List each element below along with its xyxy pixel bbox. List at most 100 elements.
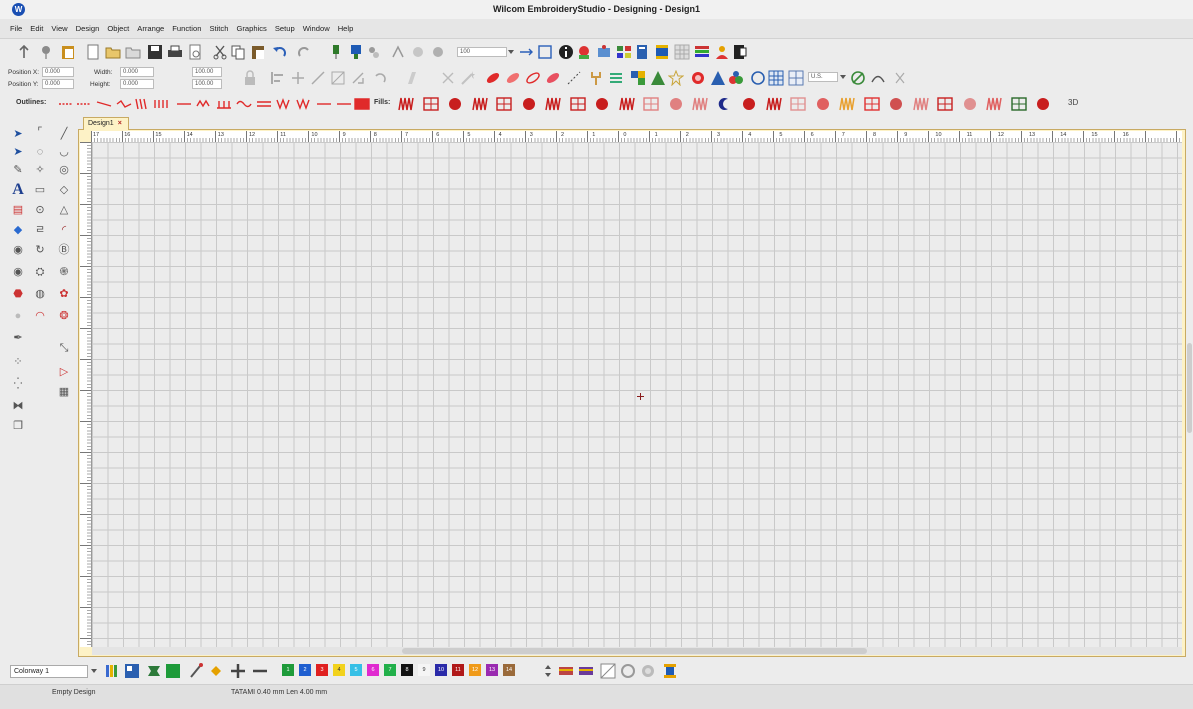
- info-icon[interactable]: [558, 44, 574, 60]
- stripes-fill-icon[interactable]: [937, 96, 953, 112]
- menu-object[interactable]: Object: [103, 19, 133, 39]
- blanket-icon[interactable]: [154, 96, 170, 112]
- bead-icon[interactable]: ◉: [10, 242, 26, 258]
- grid-view-icon[interactable]: [674, 44, 690, 60]
- zigzag-icon[interactable]: [196, 96, 212, 112]
- tatami-wave-icon[interactable]: [447, 96, 463, 112]
- red-satin-outline-icon[interactable]: [525, 70, 541, 86]
- stitch-player-icon[interactable]: [16, 44, 32, 60]
- current-color-icon[interactable]: [165, 663, 181, 679]
- run-stitch-icon[interactable]: ㄹ: [32, 222, 48, 238]
- color-palette-editor-icon[interactable]: [124, 663, 140, 679]
- stitch-angle-icon[interactable]: [566, 70, 582, 86]
- color-bar-icon[interactable]: [104, 663, 120, 679]
- pick-color-icon[interactable]: [348, 44, 364, 60]
- pattern-fill-icon[interactable]: [569, 96, 586, 112]
- stemstitch-icon[interactable]: [134, 96, 150, 112]
- menu-arrange[interactable]: Arrange: [133, 19, 168, 39]
- cut-icon[interactable]: [212, 44, 228, 60]
- star-icon[interactable]: [667, 69, 685, 87]
- menu-edit[interactable]: Edit: [26, 19, 47, 39]
- zoom-dropdown-icon[interactable]: [507, 47, 515, 57]
- new-file-icon[interactable]: [85, 44, 101, 60]
- back-outline-icon[interactable]: [276, 96, 292, 112]
- menu-function[interactable]: Function: [168, 19, 205, 39]
- flower-fill-icon[interactable]: [643, 96, 659, 112]
- cross-fill-icon[interactable]: [594, 96, 610, 112]
- spiral-icon[interactable]: ↻: [32, 242, 48, 258]
- circle-shape-icon[interactable]: [750, 70, 766, 86]
- sculpture-run-icon[interactable]: [316, 96, 332, 112]
- menu-stitch[interactable]: Stitch: [205, 19, 232, 39]
- zoom-fit-icon[interactable]: [518, 44, 534, 60]
- scale-width-input[interactable]: 100.00: [192, 67, 222, 77]
- lasso-icon[interactable]: ◌: [32, 144, 48, 160]
- flip-icon[interactable]: [440, 70, 456, 86]
- background-icon[interactable]: [620, 663, 636, 679]
- color-swatch-14[interactable]: 14: [503, 664, 515, 676]
- curve-icon[interactable]: [870, 70, 886, 86]
- stitch-edit-tool-icon[interactable]: ✎: [10, 162, 26, 178]
- open-design-icon[interactable]: [125, 44, 141, 60]
- table-icon[interactable]: [768, 70, 784, 86]
- triangle-icon[interactable]: △: [56, 202, 72, 218]
- cd-icon[interactable]: ◍: [32, 286, 48, 302]
- closest-join-icon[interactable]: [410, 44, 426, 60]
- red-satin-3-icon[interactable]: [545, 70, 561, 86]
- flower-2-fill-icon[interactable]: [986, 96, 1002, 112]
- rectangle-icon[interactable]: ▭: [32, 182, 48, 198]
- copy-icon[interactable]: [230, 44, 246, 60]
- column-icon[interactable]: ◜: [56, 222, 72, 238]
- layers-icon[interactable]: ❐: [10, 418, 26, 434]
- color-swatch-3[interactable]: 3: [316, 664, 328, 676]
- freehand-icon[interactable]: ╱: [56, 126, 72, 142]
- appliques-icon[interactable]: [650, 70, 666, 86]
- view-3d-label[interactable]: 3D: [1068, 98, 1078, 107]
- color-swatch-2[interactable]: 2: [299, 664, 311, 676]
- units-dropdown-icon[interactable]: [839, 72, 847, 82]
- open-folder-icon[interactable]: [105, 44, 121, 60]
- teacher-icon[interactable]: [596, 44, 612, 60]
- color-swatch-5[interactable]: 5: [350, 664, 362, 676]
- width-input[interactable]: 0.000: [120, 67, 154, 77]
- add-color-icon[interactable]: [230, 663, 246, 679]
- couching-icon[interactable]: [296, 96, 312, 112]
- fabric-icon[interactable]: [640, 663, 656, 679]
- select-object-icon[interactable]: ➤: [10, 126, 26, 142]
- tatami-fill-icon[interactable]: [521, 96, 537, 112]
- horizontal-scrollbar[interactable]: [92, 647, 1182, 655]
- fancy-fill-icon[interactable]: [545, 96, 561, 112]
- thread-chart-2-icon[interactable]: [578, 663, 594, 679]
- texture-fill-icon[interactable]: [668, 96, 684, 112]
- spool-icon[interactable]: [662, 663, 678, 679]
- hexagon-icon[interactable]: ⬣: [10, 286, 26, 302]
- dotted-line-icon[interactable]: ⁘: [10, 354, 26, 370]
- lettering-icon[interactable]: A: [10, 182, 26, 198]
- triple-run-icon[interactable]: [96, 96, 112, 112]
- monogram-icon[interactable]: [728, 70, 744, 86]
- square-fill-icon[interactable]: [765, 96, 782, 112]
- circle-tool-icon[interactable]: ⊙: [32, 202, 48, 218]
- scale-tool-icon[interactable]: ⤡: [56, 340, 72, 356]
- print-icon[interactable]: [167, 44, 183, 60]
- red-satin-icon[interactable]: [485, 70, 501, 86]
- paste-special-icon[interactable]: [60, 44, 76, 60]
- curvy-fill-icon[interactable]: [888, 96, 904, 112]
- distribute-icon[interactable]: [290, 70, 306, 86]
- position-x-input[interactable]: 0.000: [42, 67, 74, 77]
- tree-fill-icon[interactable]: [1010, 96, 1027, 112]
- thread-spool-icon[interactable]: [146, 663, 162, 679]
- color-palette-icon[interactable]: [694, 44, 710, 60]
- motif-run-icon[interactable]: [236, 96, 252, 112]
- zigzag-fill-icon[interactable]: [398, 96, 414, 112]
- production-worksheet-icon[interactable]: [732, 44, 748, 60]
- mirror-tool-icon[interactable]: ⧓: [10, 398, 26, 414]
- show-hoop-icon[interactable]: [537, 44, 553, 60]
- spiral-fill-icon[interactable]: ֍: [56, 264, 72, 280]
- triangle-fill-icon[interactable]: [863, 96, 880, 112]
- fill-bucket-icon[interactable]: [208, 663, 224, 679]
- branching-icon[interactable]: [390, 44, 406, 60]
- horizontal-scroll-thumb[interactable]: [402, 648, 867, 654]
- zoom-input[interactable]: 100: [457, 47, 507, 57]
- fill-b-icon[interactable]: Ⓑ: [56, 242, 72, 258]
